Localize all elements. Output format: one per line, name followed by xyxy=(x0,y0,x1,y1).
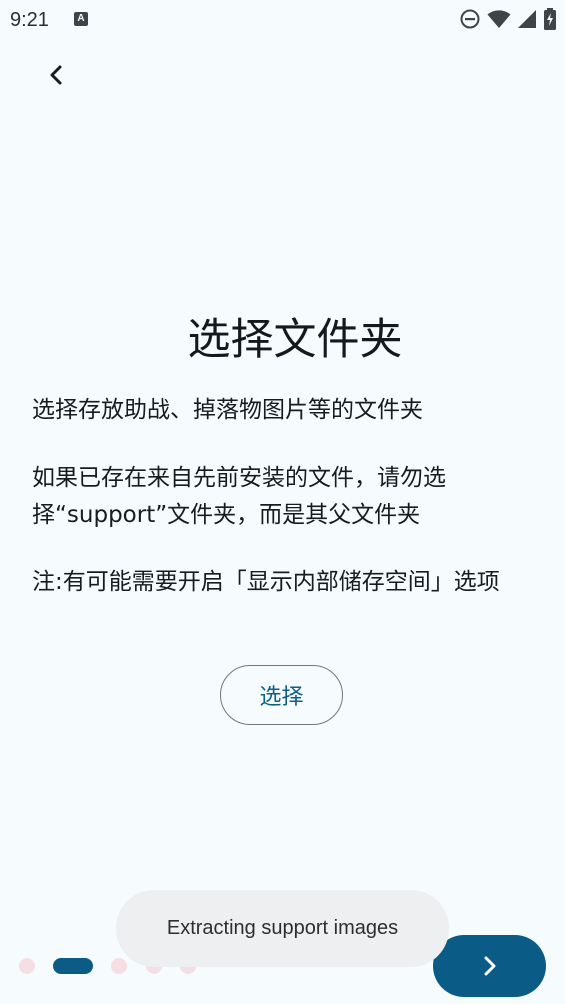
chevron-right-icon xyxy=(484,956,495,976)
chevron-left-icon xyxy=(50,65,62,85)
page-title: 选择文件夹 xyxy=(187,315,403,365)
cell-signal-icon xyxy=(518,10,536,28)
next-button[interactable] xyxy=(433,935,546,997)
notification-icon-letter: A xyxy=(77,13,85,24)
back-button[interactable] xyxy=(36,55,76,95)
wifi-icon xyxy=(487,10,511,28)
description-text: 选择存放助战、掉落物图片等的文件夹 xyxy=(32,397,423,423)
page-indicator-dot-active xyxy=(53,958,93,974)
select-folder-button[interactable]: 选择 xyxy=(220,665,343,725)
do-not-disturb-icon xyxy=(460,9,480,29)
page-indicator-dot xyxy=(19,958,35,974)
battery-charging-icon xyxy=(544,8,556,30)
status-icons xyxy=(459,8,557,30)
warning-text: 如果已存在来自先前安装的文件，请勿选择“support”文件夹，而是其父文件夹 xyxy=(32,465,446,528)
note-text: 注:有可能需要开启「显示内部储存空间」选项 xyxy=(32,569,500,595)
status-time: 9:21 xyxy=(10,9,49,31)
toast-message: Extracting support images xyxy=(116,890,449,967)
page-indicator-dot xyxy=(111,958,127,974)
notification-icon: A xyxy=(74,12,88,26)
status-bar: 9:21 A xyxy=(0,0,565,40)
